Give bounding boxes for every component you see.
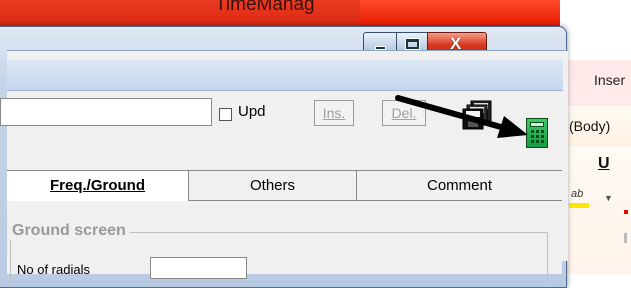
radials-input[interactable] [150, 257, 247, 279]
maximize-icon [406, 39, 419, 49]
calculator-key [531, 130, 534, 133]
calculator-key [536, 130, 539, 133]
background-app-title: TimeManag [215, 0, 315, 15]
insert-button[interactable]: Ins. [314, 100, 354, 126]
calculator-key [531, 140, 534, 143]
calculator-key [541, 140, 544, 143]
tab-comment[interactable]: Comment [357, 171, 562, 201]
floppy-disks-icon[interactable] [462, 100, 494, 130]
calculator-screen [530, 122, 544, 127]
calculator-key [531, 135, 534, 138]
calculator-key [536, 135, 539, 138]
tab-strip: Freq./Ground Others Comment [7, 171, 562, 201]
ribbon-tab-insert[interactable]: Inser [594, 72, 625, 88]
highlight-dropdown-icon[interactable]: ▼ [604, 193, 613, 203]
background-tools-area [560, 146, 631, 274]
highlight-button[interactable]: ab [569, 188, 599, 210]
upd-checkbox[interactable] [219, 108, 232, 121]
upd-label: Upd [238, 103, 266, 120]
highlight-icon: ab [571, 188, 584, 200]
delete-button[interactable]: Del. [382, 100, 426, 126]
ribbon-separator [624, 233, 627, 243]
calculator-key [541, 135, 544, 138]
calculator-key [536, 140, 539, 143]
font-name-box[interactable]: (Body) [569, 118, 610, 134]
calculator-icon[interactable] [526, 118, 548, 148]
record-text-field[interactable] [0, 98, 212, 126]
calculator-key [541, 130, 544, 133]
tab-others[interactable]: Others [189, 171, 357, 201]
tab-freq-ground[interactable]: Freq./Ground [7, 171, 189, 201]
dialog-header-strip [7, 60, 563, 91]
radials-label: No of radials [17, 262, 90, 277]
font-color-swatch [624, 210, 628, 214]
group-title: Ground screen [10, 222, 130, 240]
highlight-color-bar [569, 203, 589, 208]
underline-button[interactable]: U [598, 155, 610, 173]
